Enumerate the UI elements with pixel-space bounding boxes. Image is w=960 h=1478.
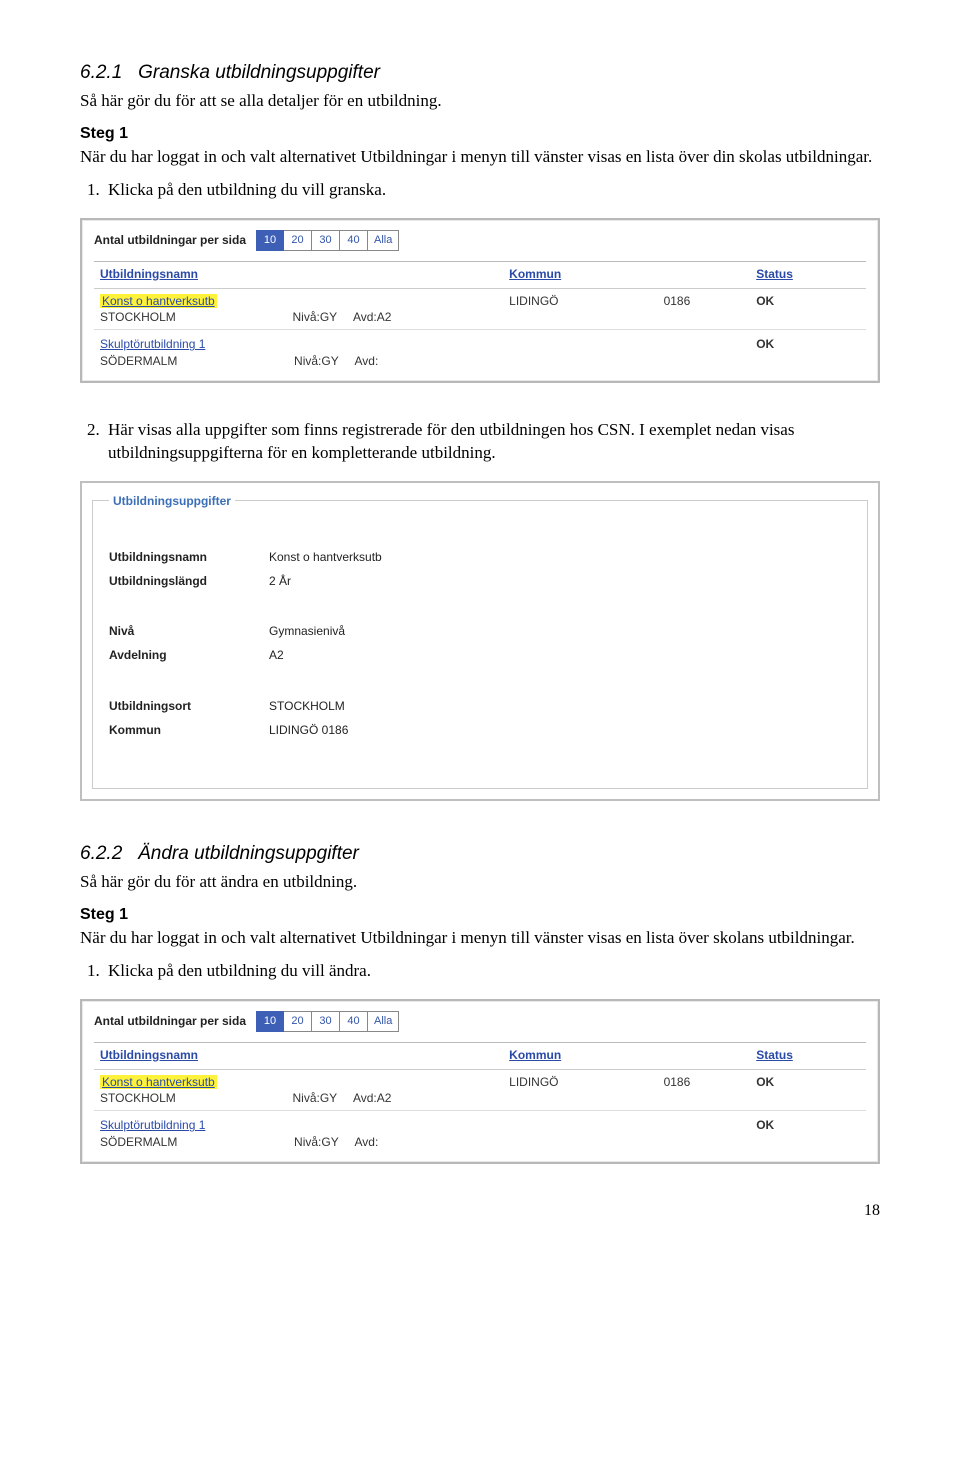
d-niva: Gymnasienivå xyxy=(269,623,345,639)
avd-label: Avd: xyxy=(353,1091,377,1105)
avd-val: A2 xyxy=(377,1091,392,1105)
d-namn: Konst o hantverksutb xyxy=(269,549,382,565)
table-row[interactable]: Konst o hantverksutb STOCKHOLM Nivå:GY A… xyxy=(94,1070,866,1111)
pager: 10 20 30 40 Alla xyxy=(256,230,399,251)
section-heading-622: 6.2.2 Ändra utbildningsuppgifter xyxy=(80,841,880,867)
status-cell: OK xyxy=(750,330,866,373)
step-1-label: Steg 1 xyxy=(80,904,880,926)
step-item-1: Klicka på den utbildning du vill granska… xyxy=(104,179,880,202)
step-list-2: Här visas alla uppgifter som finns regis… xyxy=(104,419,880,465)
status-cell: OK xyxy=(750,1070,866,1111)
section-number: 6.2.2 xyxy=(80,843,122,864)
row-place: STOCKHOLM xyxy=(100,1091,176,1105)
avd-label: Avd: xyxy=(355,1135,379,1149)
col-status[interactable]: Status xyxy=(750,261,866,288)
pager-option-alla[interactable]: Alla xyxy=(368,230,399,251)
niva-label: Nivå: xyxy=(294,1135,321,1149)
col-utbildningsnamn[interactable]: Utbildningsnamn xyxy=(94,1042,503,1069)
table-row[interactable]: Skulptörutbildning 1 SÖDERMALM Nivå:GY A… xyxy=(94,1111,866,1154)
col-kommun[interactable]: Kommun xyxy=(503,1042,657,1069)
pager-control: Antal utbildningar per sida 10 20 30 40 … xyxy=(94,230,866,251)
pager-option-30[interactable]: 30 xyxy=(312,1011,340,1032)
utbildning-link[interactable]: Skulptörutbildning 1 xyxy=(100,337,205,351)
listing-screenshot-2: Antal utbildningar per sida 10 20 30 40 … xyxy=(80,999,880,1164)
section-heading-621: 6.2.1 Granska utbildningsuppgifter xyxy=(80,60,880,86)
pager-option-10[interactable]: 10 xyxy=(256,230,284,251)
d-avd-lbl: Avdelning xyxy=(109,647,269,663)
step-1-text: När du har loggat in och valt alternativ… xyxy=(80,146,880,169)
table-row[interactable]: Konst o hantverksutb STOCKHOLM Nivå:GY A… xyxy=(94,289,866,330)
status-cell: OK xyxy=(750,1111,866,1154)
step-item-1: Klicka på den utbildning du vill ändra. xyxy=(104,960,880,983)
d-langd: 2 År xyxy=(269,573,291,589)
avd-val: A2 xyxy=(377,310,392,324)
kommun-code-cell: 0186 xyxy=(658,1070,751,1111)
utbildning-link[interactable]: Skulptörutbildning 1 xyxy=(100,1118,205,1132)
step-list: Klicka på den utbildning du vill ändra. xyxy=(104,960,880,983)
row-place: STOCKHOLM xyxy=(100,310,176,324)
d-niva-lbl: Nivå xyxy=(109,623,269,639)
kommun-cell: LIDINGÖ xyxy=(503,289,657,330)
utbildningar-table: Utbildningsnamn Kommun Status Konst o ha… xyxy=(94,261,866,373)
niva-val: GY xyxy=(320,1091,337,1105)
step-item-2: Här visas alla uppgifter som finns regis… xyxy=(104,419,880,465)
section-intro: Så här gör du för att ändra en utbildnin… xyxy=(80,871,880,894)
section-intro: Så här gör du för att se alla detaljer f… xyxy=(80,90,880,113)
table-row[interactable]: Skulptörutbildning 1 SÖDERMALM Nivå:GY A… xyxy=(94,330,866,373)
listing-screenshot-1: Antal utbildningar per sida 10 20 30 40 … xyxy=(80,218,880,383)
d-avd: A2 xyxy=(269,647,284,663)
col-kommun[interactable]: Kommun xyxy=(503,261,657,288)
step-list: Klicka på den utbildning du vill granska… xyxy=(104,179,880,202)
niva-val: GY xyxy=(321,354,338,368)
section-title: Granska utbildningsuppgifter xyxy=(138,62,380,83)
d-langd-lbl: Utbildningslängd xyxy=(109,573,269,589)
details-screenshot: Utbildningsuppgifter UtbildningsnamnKons… xyxy=(80,481,880,801)
col-kommuncode xyxy=(658,1042,751,1069)
avd-label: Avd: xyxy=(355,354,379,368)
pager-control: Antal utbildningar per sida 10 20 30 40 … xyxy=(94,1011,866,1032)
d-ort: STOCKHOLM xyxy=(269,698,345,714)
step-1-label: Steg 1 xyxy=(80,123,880,145)
pager-label: Antal utbildningar per sida xyxy=(94,1013,246,1029)
pager-option-10[interactable]: 10 xyxy=(256,1011,284,1032)
fieldset-legend: Utbildningsuppgifter xyxy=(109,493,235,509)
utbildningsuppgifter-fieldset: Utbildningsuppgifter UtbildningsnamnKons… xyxy=(92,493,868,789)
avd-label: Avd: xyxy=(353,310,377,324)
d-ort-lbl: Utbildningsort xyxy=(109,698,269,714)
d-kommun-lbl: Kommun xyxy=(109,722,269,738)
pager-option-40[interactable]: 40 xyxy=(340,230,368,251)
niva-label: Nivå: xyxy=(292,1091,319,1105)
row-place: SÖDERMALM xyxy=(100,354,177,368)
pager-option-40[interactable]: 40 xyxy=(340,1011,368,1032)
pager-option-30[interactable]: 30 xyxy=(312,230,340,251)
section-number: 6.2.1 xyxy=(80,62,122,83)
pager: 10 20 30 40 Alla xyxy=(256,1011,399,1032)
col-kommuncode xyxy=(658,261,751,288)
col-utbildningsnamn[interactable]: Utbildningsnamn xyxy=(94,261,503,288)
utbildningar-table: Utbildningsnamn Kommun Status Konst o ha… xyxy=(94,1042,866,1154)
col-status[interactable]: Status xyxy=(750,1042,866,1069)
pager-option-alla[interactable]: Alla xyxy=(368,1011,399,1032)
step-1-text: När du har loggat in och valt alternativ… xyxy=(80,927,880,950)
pager-option-20[interactable]: 20 xyxy=(284,1011,312,1032)
row-place: SÖDERMALM xyxy=(100,1135,177,1149)
niva-val: GY xyxy=(320,310,337,324)
utbildning-link-highlighted[interactable]: Konst o hantverksutb xyxy=(100,294,217,308)
kommun-code-cell: 0186 xyxy=(658,289,751,330)
d-namn-lbl: Utbildningsnamn xyxy=(109,549,269,565)
d-kommun: LIDINGÖ 0186 xyxy=(269,722,348,738)
page-number: 18 xyxy=(80,1200,880,1222)
kommun-cell: LIDINGÖ xyxy=(503,1070,657,1111)
pager-option-20[interactable]: 20 xyxy=(284,230,312,251)
niva-label: Nivå: xyxy=(292,310,319,324)
niva-val: GY xyxy=(321,1135,338,1149)
status-cell: OK xyxy=(750,289,866,330)
niva-label: Nivå: xyxy=(294,354,321,368)
section-title: Ändra utbildningsuppgifter xyxy=(138,843,359,864)
utbildning-link-highlighted[interactable]: Konst o hantverksutb xyxy=(100,1075,217,1089)
pager-label: Antal utbildningar per sida xyxy=(94,232,246,248)
